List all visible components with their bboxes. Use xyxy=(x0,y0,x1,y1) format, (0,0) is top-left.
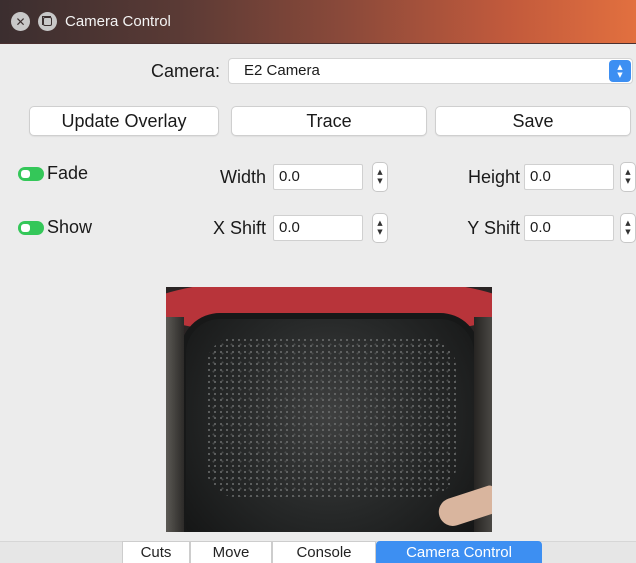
camera-select-value: E2 Camera xyxy=(244,62,320,79)
honeycomb-mesh xyxy=(206,337,456,497)
fade-label: Fade xyxy=(47,163,89,183)
fade-toggle[interactable]: Fade xyxy=(18,163,88,184)
toggle-switch-icon[interactable] xyxy=(18,220,44,235)
y-shift-stepper[interactable]: ▲ ▼ xyxy=(620,213,636,243)
height-label: Height xyxy=(467,167,520,187)
restore-icon[interactable] xyxy=(38,12,57,31)
y-shift-input[interactable]: 0.0 xyxy=(524,215,614,241)
camera-select[interactable]: E2 Camera ▲ ▼ xyxy=(228,58,633,84)
show-toggle[interactable]: Show xyxy=(18,217,92,238)
width-input[interactable]: 0.0 xyxy=(273,164,363,190)
chevron-updown-icon[interactable]: ▲ ▼ xyxy=(609,60,631,82)
tab-camera-control[interactable]: Camera Control xyxy=(376,541,542,563)
height-stepper[interactable]: ▲ ▼ xyxy=(620,162,636,192)
update-overlay-button[interactable]: Update Overlay xyxy=(29,106,219,136)
tab-move[interactable]: Move xyxy=(190,541,272,563)
window-title: Camera Control xyxy=(65,13,171,30)
close-icon[interactable]: ✕ xyxy=(11,12,30,31)
width-label: Width xyxy=(219,167,266,187)
camera-feed-image xyxy=(166,287,492,532)
toggle-switch-icon[interactable] xyxy=(18,166,44,181)
left-rail xyxy=(166,317,184,532)
height-input[interactable]: 0.0 xyxy=(524,164,614,190)
camera-label: Camera: xyxy=(150,61,220,81)
x-shift-label: X Shift xyxy=(212,218,266,238)
x-shift-stepper[interactable]: ▲ ▼ xyxy=(372,213,388,243)
trace-button[interactable]: Trace xyxy=(231,106,427,136)
tab-console[interactable]: Console xyxy=(272,541,376,563)
y-shift-label: Y Shift xyxy=(467,218,520,238)
tab-cuts[interactable]: Cuts xyxy=(122,541,190,563)
save-button[interactable]: Save xyxy=(435,106,631,136)
title-bar: ✕ Camera Control xyxy=(0,0,636,44)
width-stepper[interactable]: ▲ ▼ xyxy=(372,162,388,192)
show-label: Show xyxy=(47,217,93,237)
x-shift-input[interactable]: 0.0 xyxy=(273,215,363,241)
